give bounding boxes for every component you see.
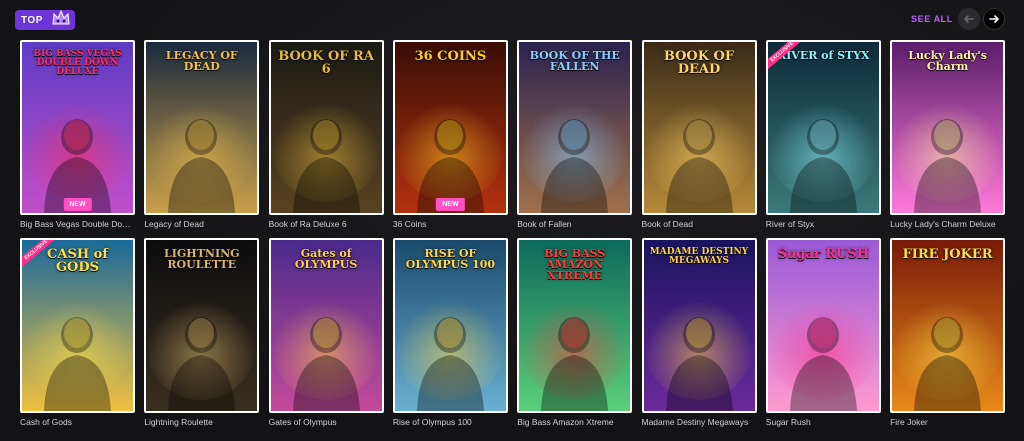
- wheel-icon: [892, 240, 1004, 411]
- game-card[interactable]: RIVER of STYX EXCLUSIVE River of Styx: [765, 40, 881, 229]
- game-art-title: BOOK OF DEAD: [663, 49, 735, 77]
- crown-icon: [52, 9, 70, 25]
- game-thumbnail[interactable]: LIGHTNING ROULETTE: [144, 238, 260, 413]
- game-card[interactable]: Gates of OLYMPUS Gates of Olympus: [268, 238, 384, 427]
- game-thumbnail[interactable]: FIRE JOKER: [890, 238, 1006, 413]
- game-card[interactable]: Sugar RUSH Sugar Rush: [765, 238, 881, 427]
- game-card[interactable]: BOOK OF RA 6 Book of Ra Deluxe 6: [268, 40, 384, 229]
- game-title[interactable]: Book of Dead: [642, 219, 757, 229]
- game-title[interactable]: River of Styx: [766, 219, 881, 229]
- game-thumbnail[interactable]: Lucky Lady's Charm: [890, 40, 1006, 215]
- game-title[interactable]: Book of Ra Deluxe 6: [269, 219, 384, 229]
- see-all-link[interactable]: SEE ALL: [911, 14, 953, 24]
- game-thumbnail[interactable]: RIVER of STYX EXCLUSIVE: [765, 40, 881, 215]
- game-title[interactable]: 36 Coins: [393, 219, 508, 229]
- game-thumbnail[interactable]: BOOK OF DEAD: [641, 40, 757, 215]
- game-title[interactable]: Gates of Olympus: [269, 417, 384, 427]
- game-card[interactable]: LEGACY OF DEAD Legacy of Dead: [144, 40, 260, 229]
- game-card[interactable]: BIG BASS AMAZON XTREME Big Bass Amazon Xt…: [517, 238, 633, 427]
- game-art-title: FIRE JOKER: [902, 247, 993, 262]
- reaper-icon: [767, 42, 879, 213]
- game-art-title: BOOK OF THE FALLEN: [529, 49, 620, 73]
- game-title[interactable]: Big Bass Amazon Xtreme: [517, 417, 632, 427]
- next-button[interactable]: [983, 8, 1005, 30]
- game-title[interactable]: Lucky Lady's Charm Deluxe: [890, 219, 1005, 229]
- game-art-title: RISE OF OLYMPUS 100: [405, 247, 496, 271]
- top-badge: TOP: [15, 9, 75, 30]
- game-art-title: BOOK OF RA 6: [278, 49, 374, 77]
- game-art-title: LIGHTNING ROULETTE: [164, 247, 240, 271]
- game-art-title: Sugar RUSH: [777, 247, 870, 262]
- game-thumbnail[interactable]: Sugar RUSH: [765, 238, 881, 413]
- game-title[interactable]: Lightning Roulette: [144, 417, 259, 427]
- arrow-left-icon: [963, 15, 974, 23]
- game-title[interactable]: Sugar Rush: [766, 417, 881, 427]
- game-thumbnail[interactable]: BIG BASS VEGAS DOUBLE DOWN DELUXE NEW: [20, 40, 135, 215]
- game-art-title: Gates of OLYMPUS: [294, 247, 358, 271]
- previous-button[interactable]: [958, 8, 980, 30]
- game-card[interactable]: BIG BASS VEGAS DOUBLE DOWN DELUXE NEW Big …: [20, 40, 135, 229]
- game-thumbnail[interactable]: BOOK OF THE FALLEN: [517, 40, 633, 215]
- game-title[interactable]: Legacy of Dead: [144, 219, 259, 229]
- game-title[interactable]: Cash of Gods: [20, 417, 135, 427]
- game-title[interactable]: Rise of Olympus 100: [393, 417, 508, 427]
- new-badge: NEW: [63, 198, 92, 211]
- game-art-title: Lucky Lady's Charm: [908, 49, 987, 73]
- game-card[interactable]: BOOK OF THE FALLEN Book of Fallen: [517, 40, 633, 229]
- game-card[interactable]: MADAME DESTINY MEGAWAYS Madame Destiny Me…: [641, 238, 757, 427]
- game-art-title: CASH of GODS: [47, 247, 108, 275]
- game-thumbnail[interactable]: Gates of OLYMPUS: [268, 238, 384, 413]
- game-title[interactable]: Big Bass Vegas Double Down...: [20, 219, 135, 229]
- game-card[interactable]: LIGHTNING ROULETTE Lightning Roulette: [144, 238, 260, 427]
- game-title[interactable]: Book of Fallen: [517, 219, 632, 229]
- coin-icon: [394, 42, 506, 213]
- arrow-right-icon: [989, 15, 1000, 23]
- gummy-bear-icon: [767, 240, 879, 411]
- game-art-title: 36 COINS: [414, 49, 487, 64]
- game-thumbnail[interactable]: 36 COINS NEW: [392, 40, 508, 215]
- game-title[interactable]: Madame Destiny Megaways: [642, 417, 757, 427]
- game-thumbnail[interactable]: RISE OF OLYMPUS 100: [392, 238, 508, 413]
- game-card[interactable]: BOOK OF DEAD Book of Dead: [641, 40, 757, 229]
- game-art-title: MADAME DESTINY MEGAWAYS: [649, 247, 749, 266]
- game-thumbnail[interactable]: LEGACY OF DEAD: [144, 40, 260, 215]
- game-thumbnail[interactable]: BIG BASS AMAZON XTREME: [517, 238, 633, 413]
- game-art-title: LEGACY OF DEAD: [165, 49, 238, 73]
- game-thumbnail[interactable]: BOOK OF RA 6: [268, 40, 384, 215]
- top-badge-label: TOP: [21, 14, 43, 26]
- game-thumbnail[interactable]: MADAME DESTINY MEGAWAYS: [641, 238, 757, 413]
- game-art-title: BIG BASS VEGAS DOUBLE DOWN DELUXE: [33, 49, 122, 77]
- top-games-section: TOP SEE ALL BIG BASS VEGAS DOUBLE DOWN D…: [0, 0, 1024, 441]
- game-card[interactable]: 36 COINS NEW 36 Coins: [392, 40, 508, 229]
- game-art-title: BIG BASS AMAZON XTREME: [544, 247, 606, 282]
- game-card[interactable]: Lucky Lady's Charm Lucky Lady's Charm Del…: [890, 40, 1006, 229]
- game-card[interactable]: RISE OF OLYMPUS 100 Rise of Olympus 100: [392, 238, 508, 427]
- game-thumbnail[interactable]: CASH of GODS EXCLUSIVE: [20, 238, 135, 413]
- game-card[interactable]: FIRE JOKER Fire Joker: [890, 238, 1006, 427]
- game-card[interactable]: CASH of GODS EXCLUSIVE Cash of Gods: [20, 238, 135, 427]
- new-badge: NEW: [436, 198, 465, 211]
- game-title[interactable]: Fire Joker: [890, 417, 1005, 427]
